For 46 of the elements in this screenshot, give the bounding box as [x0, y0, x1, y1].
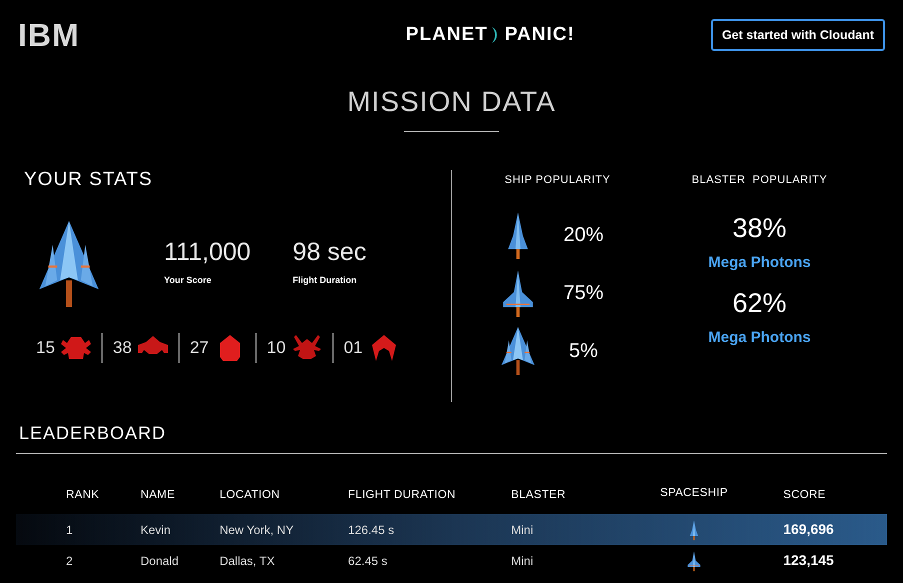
column-header: BLASTER — [511, 489, 566, 501]
table-cell: 169,696 — [783, 521, 834, 537]
table-cell: 123,145 — [783, 552, 834, 568]
duration-value: 98 sec — [292, 240, 366, 266]
table-cell: New York, NY — [220, 522, 294, 536]
kill-count: 27 — [190, 337, 209, 360]
section-title: BLASTER POPULARITY — [692, 173, 828, 188]
game-title: PANIC! — [504, 22, 575, 47]
column-header: NAME — [140, 489, 175, 501]
score-label: Your Score — [164, 274, 212, 288]
duration-label: Flight Duration — [292, 274, 358, 288]
cta-button[interactable]: Get started with Cloudant — [710, 19, 885, 51]
column-header: SCORE — [783, 489, 826, 501]
table-cell: 126.45 s — [348, 522, 394, 536]
column-header: FLIGHT DURATION — [348, 489, 456, 501]
kill-count: 10 — [266, 337, 286, 360]
leaderboard-row[interactable]: 1 Kevin New York, NY 126.45 s Mini 169,696 — [16, 514, 887, 545]
table-cell: 2 — [66, 554, 73, 568]
kill-count: 38 — [112, 337, 132, 360]
table-cell: Mini — [511, 554, 534, 568]
page-title: MISSION DATA — [347, 88, 556, 116]
table-cell: Dallas, TX — [220, 554, 275, 568]
logo: IBM — [18, 19, 80, 51]
section-title: LEADERBOARD — [19, 423, 166, 443]
column-header: LOCATION — [220, 489, 280, 501]
blaster-percent: 38% — [732, 214, 787, 242]
table-cell: 1 — [66, 522, 73, 536]
kill-count: 15 — [36, 337, 55, 360]
section-title: YOUR STATS — [24, 170, 154, 189]
kill-count: 01 — [344, 337, 363, 360]
game-title: PLANET — [406, 22, 488, 47]
table-cell: Kevin — [140, 522, 171, 536]
leaderboard-row[interactable]: 2 Donald Dallas, TX 62.45 s Mini 123,145 — [16, 545, 887, 576]
table-cell: 62.45 s — [348, 554, 388, 568]
blaster-name: Mega Photons — [708, 328, 811, 348]
blaster-name: Mega Photons — [708, 252, 811, 272]
ship-percent: 20% — [562, 222, 605, 248]
ship-percent: 5% — [568, 338, 599, 364]
ship-percent: 75% — [562, 280, 605, 306]
blaster-percent: 62% — [732, 290, 787, 317]
table-cell: Donald — [140, 554, 179, 568]
section-title: SHIP POPULARITY — [504, 173, 610, 188]
column-header: SPACESHIP — [660, 486, 728, 502]
score-value: 111,000 — [164, 240, 251, 266]
column-header: RANK — [66, 489, 100, 501]
table-cell: Mini — [511, 522, 534, 536]
